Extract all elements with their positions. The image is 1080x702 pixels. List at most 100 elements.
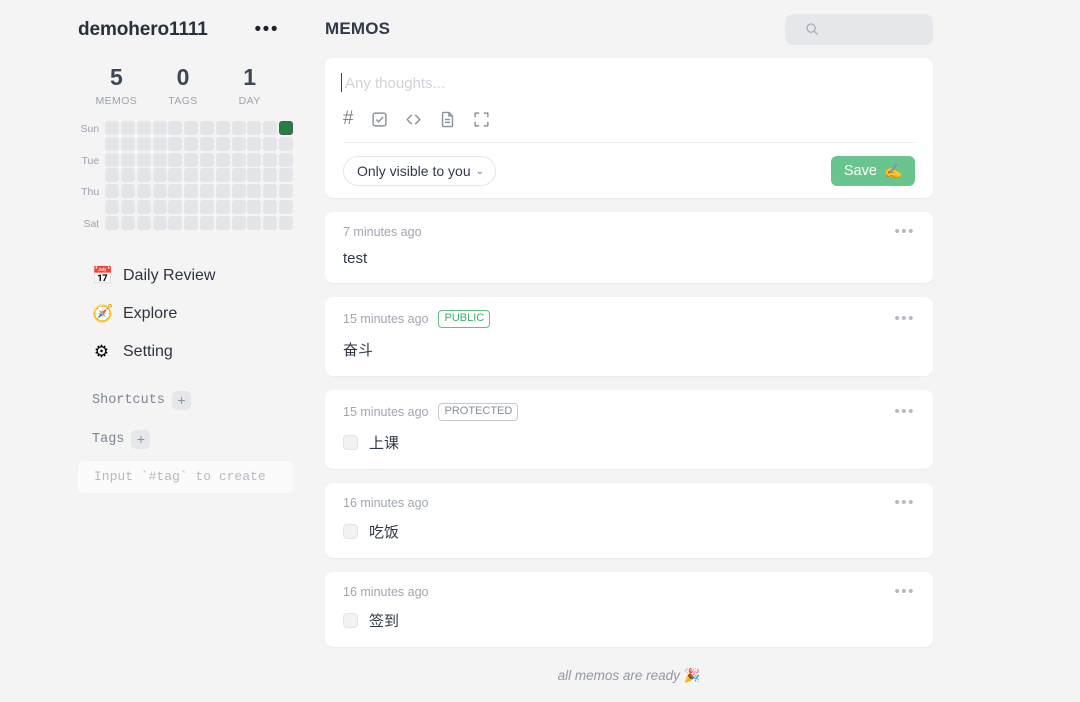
heatmap-cell[interactable]	[215, 152, 230, 167]
heatmap-cell[interactable]	[263, 121, 278, 135]
heatmap-cell[interactable]	[215, 184, 230, 199]
memo-card[interactable]: 7 minutes ago ••• test	[325, 212, 933, 283]
heatmap-cell[interactable]	[136, 136, 151, 151]
heatmap-cell[interactable]	[247, 168, 262, 183]
heatmap-cell[interactable]	[279, 215, 293, 230]
heatmap-cell[interactable]	[215, 168, 230, 183]
heatmap-cell[interactable]	[215, 121, 230, 135]
heatmap-cell[interactable]	[263, 199, 278, 214]
heatmap-cell[interactable]	[279, 152, 293, 167]
task-checkbox[interactable]	[343, 524, 358, 539]
heatmap-cell[interactable]	[121, 152, 136, 167]
heatmap-cell[interactable]	[279, 199, 293, 214]
heatmap-cell[interactable]	[152, 184, 167, 199]
heatmap-cell[interactable]	[136, 184, 151, 199]
heatmap-cell[interactable]	[152, 215, 167, 230]
heatmap-cell[interactable]	[247, 121, 262, 135]
heatmap-cell[interactable]	[168, 168, 183, 183]
fullscreen-icon[interactable]	[473, 111, 490, 128]
heatmap-cell[interactable]	[121, 136, 136, 151]
heatmap-cell[interactable]	[152, 152, 167, 167]
heatmap-cell[interactable]	[105, 136, 120, 151]
heatmap-cell[interactable]	[105, 199, 120, 214]
memo-more-icon[interactable]: •••	[894, 224, 915, 239]
heatmap-cell[interactable]	[105, 152, 120, 167]
heatmap-cell[interactable]	[152, 136, 167, 151]
heatmap-cell[interactable]	[136, 168, 151, 183]
heatmap-cell[interactable]	[184, 168, 199, 183]
heatmap-cell[interactable]	[215, 215, 230, 230]
memo-card[interactable]: 15 minutes ago PUBLIC ••• 奋斗	[325, 297, 933, 376]
heatmap-cell[interactable]	[121, 215, 136, 230]
heatmap-cell[interactable]	[184, 121, 199, 135]
heatmap-cell[interactable]	[263, 136, 278, 151]
heatmap-cell[interactable]	[184, 184, 199, 199]
visibility-select[interactable]: Only visible to you ⌄	[343, 156, 496, 186]
heatmap-cell[interactable]	[231, 152, 246, 167]
task-checkbox[interactable]	[343, 435, 358, 450]
heatmap-cell[interactable]	[231, 215, 246, 230]
sidebar-item-setting[interactable]: ⚙ Setting	[92, 333, 293, 371]
heatmap-cell[interactable]	[105, 215, 120, 230]
heatmap-cell[interactable]	[231, 168, 246, 183]
heatmap-cell[interactable]	[168, 152, 183, 167]
heatmap-cell[interactable]	[200, 184, 215, 199]
sidebar-item-daily-review[interactable]: 📅 Daily Review	[92, 257, 293, 295]
heatmap-cell[interactable]	[121, 199, 136, 214]
sidebar-more-icon[interactable]: •••	[255, 20, 279, 39]
search-input[interactable]	[785, 13, 933, 45]
checkbox-icon[interactable]	[371, 111, 388, 128]
heatmap-cell[interactable]	[247, 152, 262, 167]
add-shortcut-button[interactable]: +	[171, 390, 191, 410]
task-checkbox[interactable]	[343, 613, 358, 628]
heatmap-cell[interactable]	[168, 199, 183, 214]
heatmap-cell[interactable]	[184, 199, 199, 214]
heatmap-cell[interactable]	[105, 184, 120, 199]
add-tag-button[interactable]: +	[131, 429, 151, 449]
heatmap-cell[interactable]	[121, 184, 136, 199]
heatmap-cell[interactable]	[200, 136, 215, 151]
heatmap-cell[interactable]	[200, 168, 215, 183]
heatmap-cell[interactable]	[231, 136, 246, 151]
hash-icon[interactable]: #	[343, 109, 354, 128]
heatmap-cell[interactable]	[121, 168, 136, 183]
heatmap-cell[interactable]	[247, 136, 262, 151]
heatmap-cell[interactable]	[231, 121, 246, 135]
heatmap-cell[interactable]	[152, 199, 167, 214]
heatmap-cell[interactable]	[200, 199, 215, 214]
memo-more-icon[interactable]: •••	[894, 404, 915, 419]
sidebar-item-explore[interactable]: 🧭 Explore	[92, 295, 293, 333]
heatmap-cell[interactable]	[168, 184, 183, 199]
heatmap-cell[interactable]	[136, 152, 151, 167]
memo-card[interactable]: 16 minutes ago ••• 吃饭	[325, 483, 933, 558]
heatmap-cell[interactable]	[263, 168, 278, 183]
heatmap-cell[interactable]	[168, 136, 183, 151]
heatmap-cell[interactable]	[263, 184, 278, 199]
heatmap-cell[interactable]	[247, 199, 262, 214]
heatmap-cell[interactable]	[152, 168, 167, 183]
heatmap-cell[interactable]	[279, 121, 293, 135]
heatmap-cell[interactable]	[263, 215, 278, 230]
heatmap-cell[interactable]	[105, 121, 120, 135]
heatmap-cell[interactable]	[279, 136, 293, 151]
document-icon[interactable]	[439, 111, 456, 128]
heatmap-cell[interactable]	[168, 121, 183, 135]
memo-editor[interactable]: Any thoughts... # Only visible to you ⌄ …	[325, 58, 933, 198]
tag-create-hint[interactable]: Input `#tag` to create	[78, 460, 293, 493]
heatmap-cell[interactable]	[215, 199, 230, 214]
heatmap-cell[interactable]	[279, 168, 293, 183]
heatmap-cell[interactable]	[200, 215, 215, 230]
heatmap-cell[interactable]	[263, 152, 278, 167]
memo-more-icon[interactable]: •••	[894, 584, 915, 599]
heatmap-cell[interactable]	[231, 184, 246, 199]
code-icon[interactable]	[405, 111, 422, 128]
heatmap-cell[interactable]	[279, 184, 293, 199]
heatmap-cell[interactable]	[184, 152, 199, 167]
memo-more-icon[interactable]: •••	[894, 311, 915, 326]
heatmap-cell[interactable]	[105, 168, 120, 183]
editor-placeholder[interactable]: Any thoughts...	[341, 73, 915, 94]
heatmap-cell[interactable]	[247, 184, 262, 199]
heatmap-cell[interactable]	[121, 121, 136, 135]
heatmap-cell[interactable]	[247, 215, 262, 230]
heatmap-cell[interactable]	[200, 121, 215, 135]
